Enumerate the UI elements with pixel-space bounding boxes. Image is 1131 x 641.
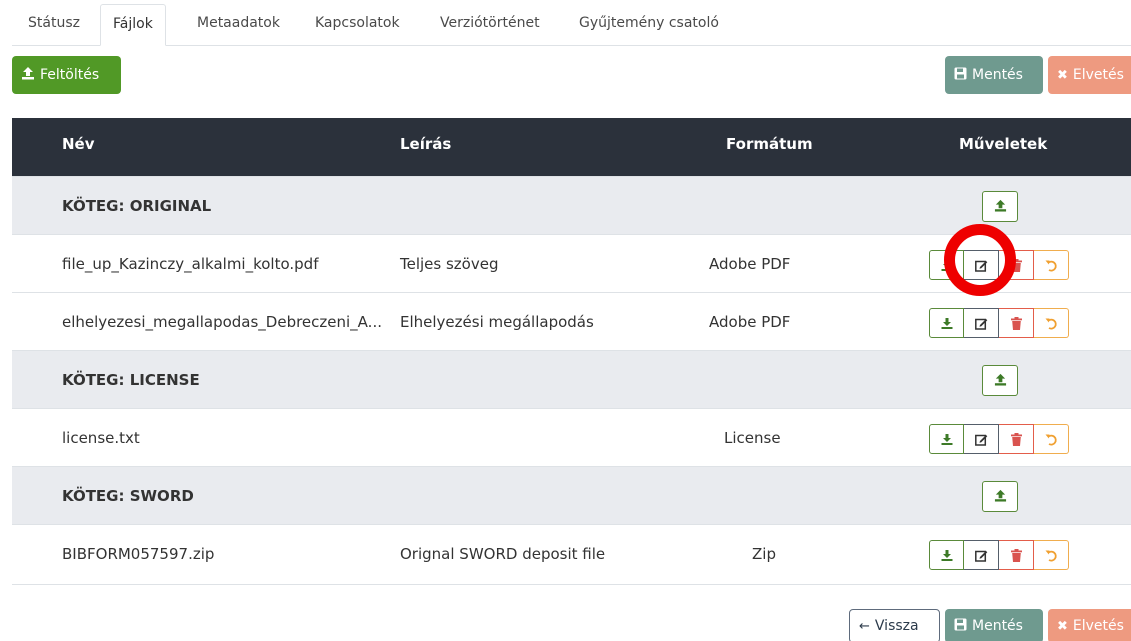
file-description: Teljes szöveg [400,255,499,273]
upload-icon [21,66,35,84]
x-icon: ✖ [1057,618,1068,634]
bundle-row-license: KÖTEG: LICENSE [12,350,1131,408]
bundle-row-sword: KÖTEG: SWORD [12,466,1131,524]
upload-button[interactable]: Feltöltés [12,56,121,94]
file-format: Adobe PDF [709,313,791,331]
revert-button[interactable] [1034,424,1069,454]
row-actions [929,540,1069,570]
tab-status[interactable]: Státusz [16,4,92,46]
bundle-upload-button[interactable] [982,365,1018,396]
table-row: license.txt License [12,408,1131,466]
save-button-label: Mentés [972,618,1023,634]
column-header-actions: Műveletek [959,135,1048,153]
undo-icon [1045,317,1058,330]
download-icon [941,433,953,445]
nav-tabs: Státusz Fájlok Metaadatok Kapcsolatok Ve… [12,0,1131,46]
tab-metadata[interactable]: Metaadatok [185,4,292,46]
edit-icon [974,317,988,330]
file-format: Zip [752,545,776,563]
file-description: Orignal SWORD deposit file [400,545,606,563]
undo-icon [1045,259,1058,272]
file-name[interactable]: license.txt [62,429,140,447]
undo-icon [1045,549,1058,562]
back-button[interactable]: ← Vissza [849,609,940,641]
save-button-label: Mentés [972,67,1023,83]
edit-button[interactable] [964,308,999,338]
bundle-upload-button[interactable] [982,481,1018,512]
edit-button[interactable] [964,540,999,570]
bundle-title: KÖTEG: SWORD [62,487,194,505]
save-button[interactable]: Mentés [945,56,1043,94]
bundle-title: KÖTEG: LICENSE [62,371,200,389]
tab-collection-mapper[interactable]: Gyűjtemény csatoló [567,4,731,46]
download-icon [941,549,953,561]
footer-save-button[interactable]: Mentés [945,609,1043,641]
delete-button[interactable] [999,308,1034,338]
edit-icon [974,433,988,446]
trash-icon [1010,316,1022,330]
row-actions [929,308,1069,338]
back-button-label: Vissza [874,618,919,634]
file-description: Elhelyezési megállapodás [400,313,594,331]
revert-button[interactable] [1034,250,1069,280]
x-icon: ✖ [1057,67,1068,83]
highlight-circle [944,224,1016,296]
delete-button[interactable] [999,540,1034,570]
bundle-row-original: KÖTEG: ORIGINAL [12,176,1131,234]
column-header-description: Leírás [400,135,452,153]
floppy-icon [954,618,967,635]
tab-relationships[interactable]: Kapcsolatok [303,4,412,46]
files-table: Név Leírás Formátum Műveletek KÖTEG: ORI… [12,118,1131,585]
column-header-name: Név [62,135,95,153]
trash-icon [1010,548,1022,562]
file-name[interactable]: elhelyezesi_megallapodas_Debreczeni_A... [62,313,382,331]
upload-button-label: Feltöltés [40,67,100,83]
row-actions [929,424,1069,454]
table-header: Név Leírás Formátum Műveletek [12,118,1131,176]
table-row: BIBFORM057597.zip Orignal SWORD deposit … [12,524,1131,582]
file-name[interactable]: file_up_Kazinczy_alkalmi_kolto.pdf [62,255,319,273]
discard-button[interactable]: ✖ Elvetés [1048,56,1131,94]
discard-button-label: Elvetés [1072,618,1124,634]
column-header-format: Formátum [726,135,813,153]
table-row: elhelyezesi_megallapodas_Debreczeni_A...… [12,292,1131,350]
revert-button[interactable] [1034,540,1069,570]
delete-button[interactable] [999,424,1034,454]
discard-button-label: Elvetés [1072,67,1124,83]
download-icon [941,317,953,329]
trash-icon [1010,432,1022,446]
floppy-icon [954,67,967,84]
file-name[interactable]: BIBFORM057597.zip [62,545,214,563]
arrow-left-icon: ← [859,618,870,634]
tab-version-history[interactable]: Verziótörténet [428,4,552,46]
bundle-title: KÖTEG: ORIGINAL [62,197,212,215]
download-button[interactable] [929,540,964,570]
upload-icon [994,372,1007,390]
download-button[interactable] [929,308,964,338]
revert-button[interactable] [1034,308,1069,338]
footer-discard-button[interactable]: ✖ Elvetés [1048,609,1131,641]
upload-icon [994,198,1007,216]
upload-icon [994,488,1007,506]
download-button[interactable] [929,424,964,454]
file-format: Adobe PDF [709,255,791,273]
bundle-upload-button[interactable] [982,191,1018,222]
edit-icon [974,549,988,562]
tab-files[interactable]: Fájlok [100,4,166,46]
edit-button[interactable] [964,424,999,454]
undo-icon [1045,433,1058,446]
file-format: License [724,429,781,447]
